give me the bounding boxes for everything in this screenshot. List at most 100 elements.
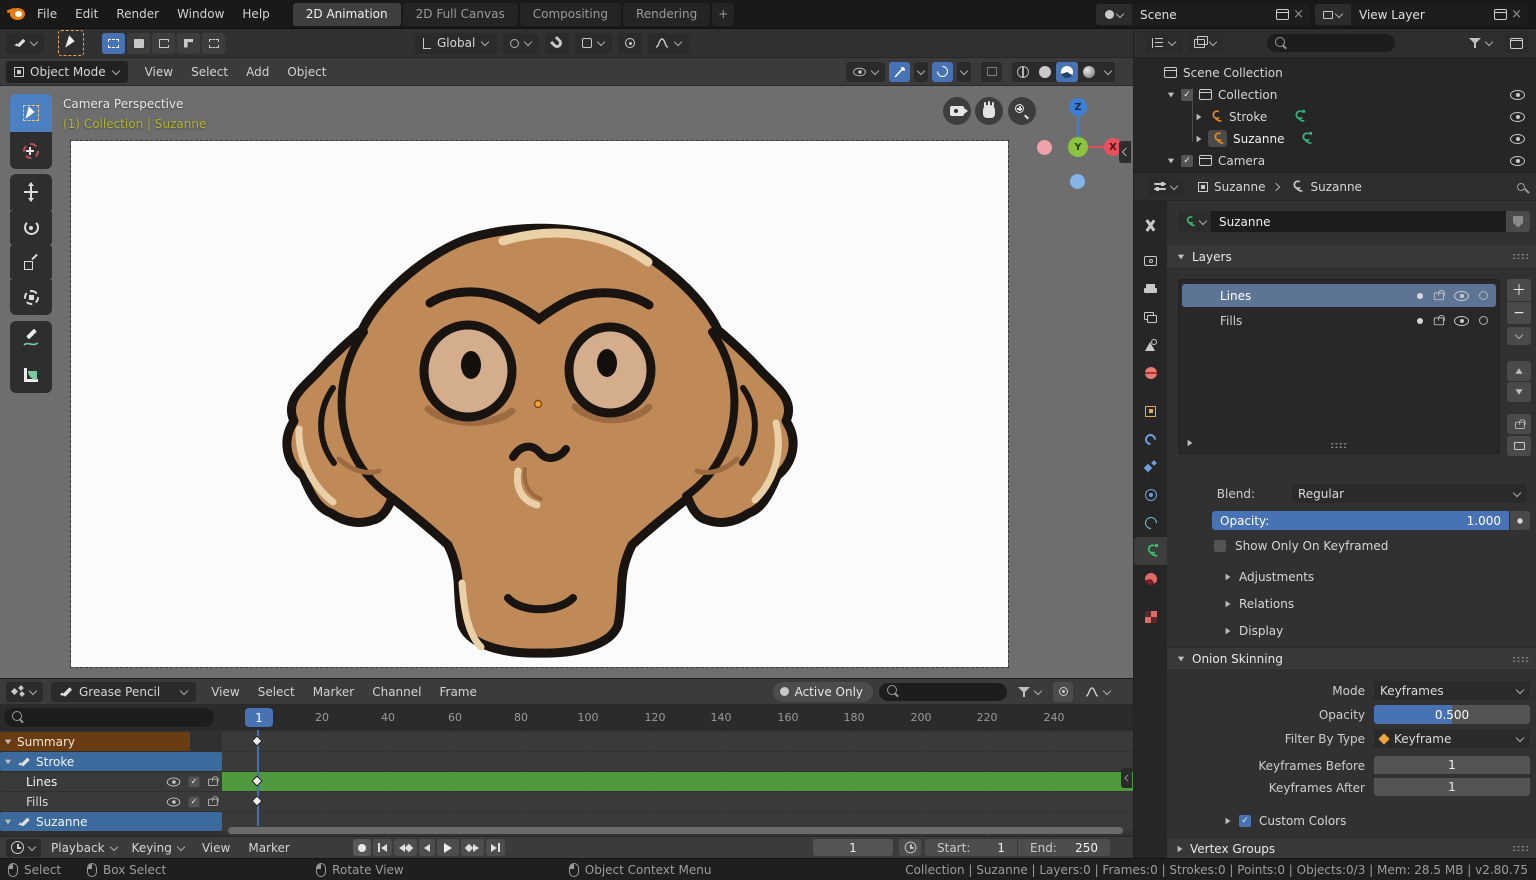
dopesheet-mode-dropdown[interactable]: Grease Pencil	[51, 682, 196, 702]
prev-frame-button[interactable]	[419, 839, 435, 856]
dopesheet-menu-view[interactable]: View	[202, 685, 248, 699]
falloff-dropdown[interactable]	[1079, 682, 1117, 702]
dopesheet-filter-dropdown[interactable]	[1013, 682, 1047, 702]
tab-render[interactable]	[1134, 247, 1167, 275]
menu-window[interactable]: Window	[168, 7, 233, 21]
end-frame-field[interactable]: End:250	[1018, 839, 1110, 856]
view-layer-browse-button[interactable]	[1315, 4, 1351, 25]
timeline-menu-view[interactable]: View	[193, 841, 239, 855]
channel-color-icon[interactable]	[1417, 293, 1423, 299]
gizmo-dropdown[interactable]	[914, 62, 928, 82]
dopesheet-editor-type-dropdown[interactable]	[6, 682, 43, 702]
tab-output[interactable]	[1134, 275, 1167, 303]
object-visibility-dropdown[interactable]	[846, 62, 885, 82]
layer-display-panel[interactable]: Display	[1225, 624, 1283, 638]
panel-grip-icon[interactable]	[1512, 656, 1529, 663]
hide-eye-icon[interactable]	[1510, 156, 1525, 166]
channel-visibility-icon[interactable]	[167, 797, 181, 806]
timeline-menu-marker[interactable]: Marker	[239, 841, 298, 855]
breadcrumb-object[interactable]: Suzanne	[1214, 180, 1265, 194]
outliner-display-mode-dropdown[interactable]	[1146, 33, 1182, 53]
tab-view-layer[interactable]	[1134, 303, 1167, 331]
keyframes-before-field[interactable]: 1	[1374, 756, 1530, 774]
relations-panel[interactable]: Relations	[1225, 597, 1294, 611]
channel-lock-icon[interactable]	[208, 796, 217, 806]
viewport-menu-select[interactable]: Select	[182, 65, 237, 79]
tab-physics[interactable]	[1134, 481, 1167, 509]
transform-orientation-dropdown[interactable]: Global	[415, 33, 497, 54]
tool-measure[interactable]	[10, 357, 52, 393]
expand-icon[interactable]	[5, 819, 11, 824]
dopesheet-menu-channel[interactable]: Channel	[363, 685, 430, 699]
move-layer-down-button[interactable]	[1507, 382, 1531, 402]
viewport-menu-add[interactable]: Add	[237, 65, 278, 79]
select-mode-subtract[interactable]	[152, 33, 175, 54]
list-resize-grip[interactable]	[1330, 442, 1347, 449]
outliner-filter-id-dropdown[interactable]	[1188, 33, 1223, 53]
keyframes-after-field[interactable]: 1	[1374, 778, 1530, 796]
add-layer-button[interactable]: ＋	[1507, 279, 1531, 301]
expand-icon[interactable]	[1168, 158, 1174, 163]
tab-2d-animation[interactable]: 2D Animation	[293, 3, 401, 26]
onion-skin-icon[interactable]	[1479, 316, 1488, 325]
tab-rendering[interactable]: Rendering	[623, 3, 710, 26]
layer-opacity-slider[interactable]: Opacity: 1.000	[1212, 511, 1509, 530]
mode-dropdown[interactable]: Object Mode	[6, 61, 128, 83]
channel-lock-icon[interactable]	[208, 776, 217, 786]
pin-icon[interactable]	[1517, 183, 1525, 191]
gizmo-z-axis[interactable]: Z	[1069, 98, 1087, 116]
expand-icon[interactable]	[1197, 135, 1202, 141]
hide-layer-icon[interactable]	[1454, 316, 1469, 326]
channel-search[interactable]	[4, 708, 214, 727]
lock-all-button[interactable]	[1507, 414, 1531, 434]
list-filter-expand-icon[interactable]	[1188, 440, 1193, 446]
gp-data-browse-button[interactable]	[1178, 211, 1211, 232]
onion-skin-icon[interactable]	[1479, 291, 1488, 300]
custom-colors-panel[interactable]: Custom Colors	[1225, 814, 1346, 828]
hide-eye-icon[interactable]	[1510, 112, 1525, 122]
onion-mode-dropdown[interactable]: Keyframes	[1374, 681, 1530, 700]
select-mode-intersect[interactable]	[202, 33, 225, 54]
channel-enable-checkbox[interactable]	[189, 776, 200, 787]
gizmo-z-neg[interactable]	[1070, 174, 1085, 189]
navigation-gizmo[interactable]: Z Y X	[1030, 91, 1130, 191]
tool-scale[interactable]	[10, 245, 52, 280]
outliner-row-collection[interactable]: Collection	[1134, 84, 1536, 105]
expand-icon[interactable]	[1197, 113, 1202, 119]
outliner-row-stroke[interactable]: Stroke	[1134, 106, 1536, 127]
tab-effects[interactable]	[1134, 453, 1167, 481]
next-keyframe-button[interactable]	[461, 839, 484, 856]
show-gizmo-toggle[interactable]	[889, 62, 910, 82]
blend-dropdown[interactable]: Regular	[1292, 484, 1527, 503]
gizmo-x-neg[interactable]	[1037, 140, 1052, 155]
outliner-search[interactable]	[1267, 34, 1395, 52]
expand-icon[interactable]	[1168, 92, 1174, 97]
select-mode-extend[interactable]	[127, 33, 150, 54]
tool-transform[interactable]	[10, 280, 52, 315]
remove-layer-button[interactable]: −	[1507, 302, 1531, 324]
layers-panel-header[interactable]: Layers	[1167, 245, 1536, 269]
new-collection-button[interactable]	[1504, 33, 1528, 53]
keying-menu[interactable]: Keying	[132, 841, 185, 855]
hide-eye-icon[interactable]	[1510, 90, 1525, 100]
tool-move[interactable]	[10, 174, 52, 210]
dopesheet-search[interactable]	[879, 683, 1007, 701]
timeline-editor-type-dropdown[interactable]	[6, 839, 41, 857]
jump-end-button[interactable]	[486, 839, 505, 856]
dopesheet-hscrollbar[interactable]	[228, 827, 1123, 834]
tab-modifiers[interactable]	[1134, 425, 1167, 453]
panel-grip-icon[interactable]	[1512, 845, 1529, 852]
tab-material[interactable]	[1134, 565, 1167, 593]
overlays-dropdown[interactable]	[957, 62, 971, 82]
scene-name[interactable]: Scene	[1132, 8, 1276, 22]
scene-browse-button[interactable]	[1096, 4, 1132, 25]
outliner-row-camera[interactable]: Camera	[1134, 150, 1536, 171]
channel-visibility-icon[interactable]	[167, 777, 181, 786]
snap-toggle[interactable]	[545, 33, 569, 54]
opacity-keyframe-button[interactable]	[1510, 511, 1530, 530]
remove-view-layer-icon[interactable]	[1511, 8, 1522, 21]
tab-constraints[interactable]	[1134, 509, 1167, 537]
play-button[interactable]	[437, 839, 459, 856]
tool-rotate[interactable]	[10, 210, 52, 245]
show-only-keyframed-checkbox[interactable]	[1214, 540, 1226, 552]
